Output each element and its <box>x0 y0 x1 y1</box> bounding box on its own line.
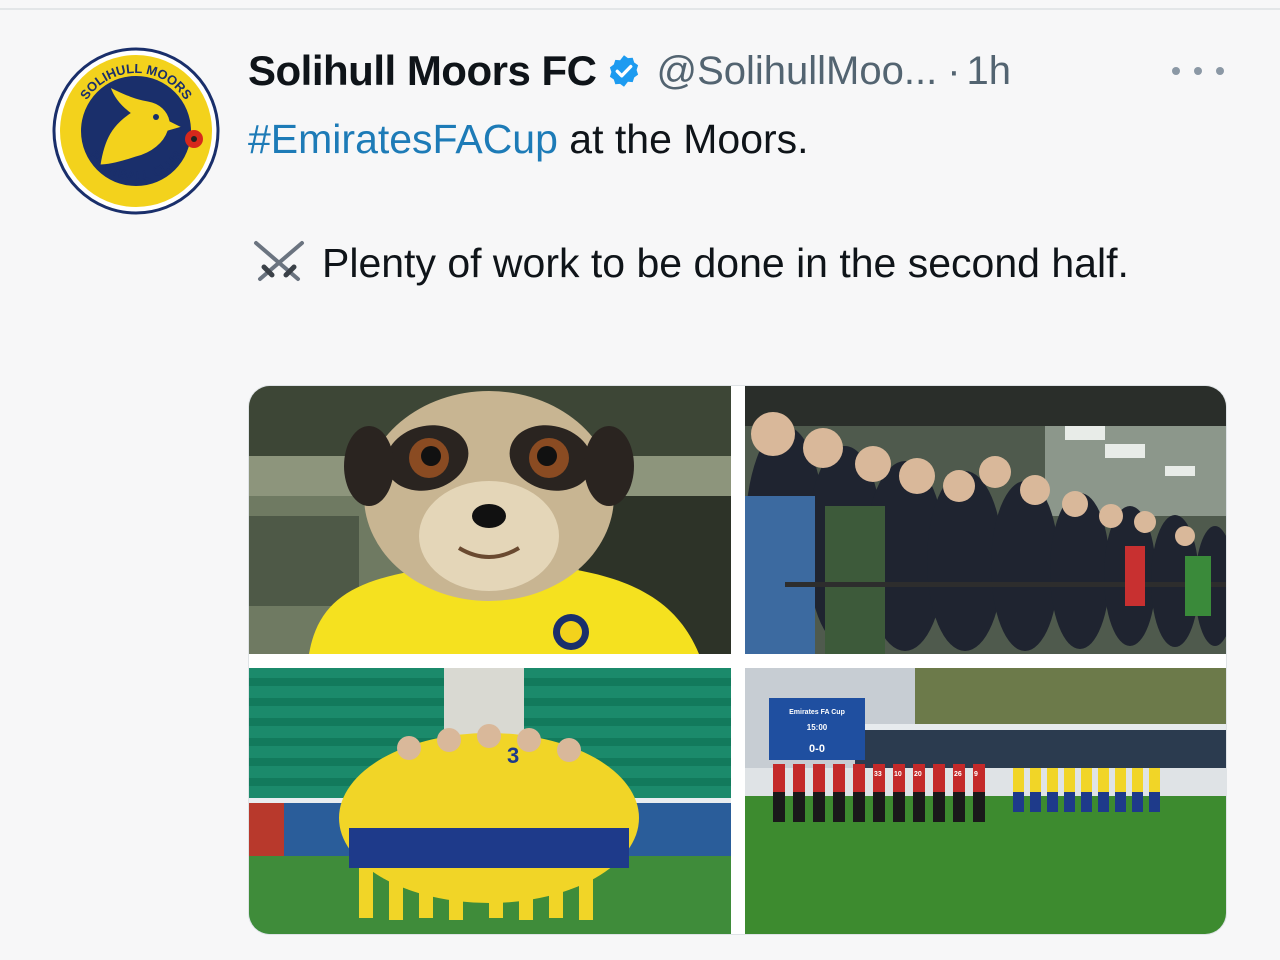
away-shirt-number: 9 <box>974 771 978 778</box>
scoreboard-score: 0-0 <box>809 743 825 755</box>
media-grid: 3 Emirates FA Cup 15:00 0-0 33 10 20 26 … <box>248 385 1227 935</box>
display-name[interactable]: Solihull Moors FC <box>248 47 597 95</box>
separator: · <box>947 48 961 93</box>
verified-badge-icon <box>610 55 639 87</box>
away-shirt-number: 33 <box>874 771 882 778</box>
shirt-number: 3 <box>507 743 519 768</box>
scoreboard-time: 15:00 <box>807 723 828 732</box>
away-shirt-number: 20 <box>914 771 922 778</box>
timestamp[interactable]: 1h <box>967 49 1012 94</box>
photo-team-lineup[interactable]: Emirates FA Cup 15:00 0-0 33 10 20 26 9 <box>745 668 1226 934</box>
club-crest-icon: SOLIHULL MOORS FOOTBALL CLUB <box>52 47 220 215</box>
tweet-text-body: Plenty of work to be done in the second … <box>322 240 1129 286</box>
handle[interactable]: @SolihullMoo... <box>656 49 937 94</box>
tweet-text-line1: #EmiratesFACup at the Moors. <box>248 108 1238 170</box>
away-shirt-number: 10 <box>894 771 902 778</box>
more-options-icon[interactable] <box>1172 56 1224 86</box>
avatar[interactable]: SOLIHULL MOORS FOOTBALL CLUB <box>52 47 220 215</box>
away-shirt-number: 26 <box>954 771 962 778</box>
photo-mascot[interactable] <box>249 386 731 654</box>
tweet-header: Solihull Moors FC @SolihullMoo... · 1h <box>248 44 1011 98</box>
hashtag-link[interactable]: #EmiratesFACup <box>248 116 558 162</box>
top-divider <box>0 8 1280 10</box>
photo-team-huddle[interactable]: 3 <box>249 668 731 934</box>
tweet-text-line2: Plenty of work to be done in the second … <box>248 232 1238 294</box>
tweet-text-rest: at the Moors. <box>557 116 809 162</box>
scoreboard-title: Emirates FA Cup <box>789 709 845 716</box>
crossed-swords-icon <box>254 241 304 281</box>
photo-crowd[interactable] <box>745 386 1226 654</box>
